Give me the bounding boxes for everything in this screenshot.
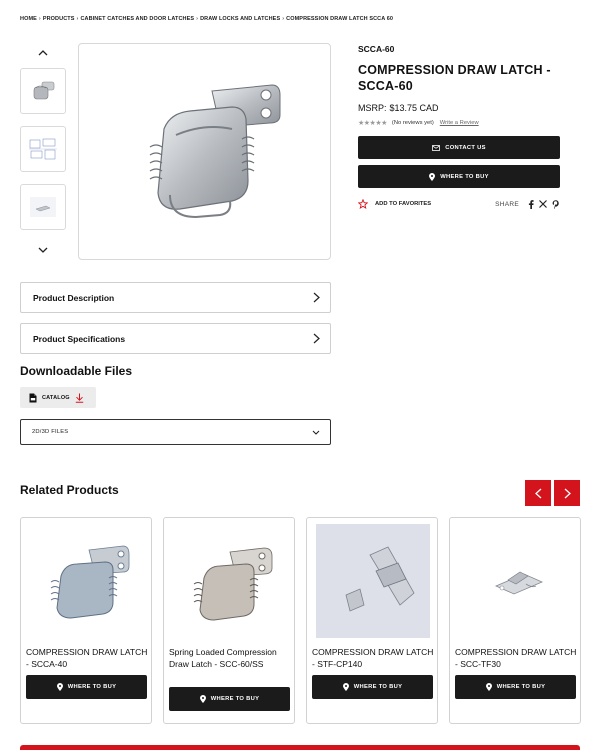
related-product-name[interactable]: COMPRESSION DRAW LATCH - SCC-TF30 — [455, 646, 577, 670]
where-to-buy-label: WHERE TO BUY — [353, 684, 403, 690]
latch-photo-thumbnail — [30, 197, 56, 217]
catalog-label: CATALOG — [42, 394, 70, 401]
pinterest-icon[interactable] — [552, 199, 560, 209]
related-product-image[interactable] — [459, 524, 573, 638]
thumbnail-2[interactable] — [20, 126, 66, 172]
product-sku: SCCA-60 — [358, 44, 395, 54]
related-product-image[interactable] — [316, 524, 430, 638]
where-to-buy-button[interactable]: WHERE TO BUY — [358, 165, 560, 188]
mail-icon — [432, 144, 441, 151]
star-outline-icon — [358, 199, 368, 209]
related-product-image[interactable] — [30, 524, 144, 638]
contact-us-label: CONTACT US — [445, 144, 486, 151]
breadcrumb-home[interactable]: HOME — [20, 16, 37, 22]
thumbnail-1[interactable] — [20, 68, 66, 114]
catalog-download-button[interactable]: CATALOG — [20, 387, 96, 408]
where-to-buy-button[interactable]: WHERE TO BUY — [455, 675, 576, 699]
pdf-file-icon — [29, 393, 37, 402]
breadcrumb-cabinet-catches[interactable]: CABINET CATCHES AND DOOR LATCHES — [80, 16, 194, 22]
price-amount: $13.75 CAD — [389, 103, 439, 113]
reviews-summary: ★★★★★ (No reviews yet) Write a Review — [358, 119, 562, 127]
technical-drawing-thumbnail — [29, 138, 57, 160]
carousel-prev-button[interactable] — [525, 480, 551, 506]
breadcrumb-separator: › — [76, 16, 79, 22]
arrow-right-icon — [564, 488, 571, 498]
chevron-down-icon — [38, 247, 48, 253]
latch-thumbnail-image — [33, 81, 55, 100]
reviews-count: (No reviews yet) — [391, 120, 434, 126]
breadcrumb-separator: › — [282, 16, 285, 22]
x-icon[interactable] — [539, 200, 547, 208]
breadcrumb-separator: › — [38, 16, 41, 22]
files-select-value: 2D/3D FILES — [32, 429, 69, 435]
product-title: COMPRESSION DRAW LATCH - SCCA-60 — [358, 63, 551, 93]
breadcrumb-current: COMPRESSION DRAW LATCH SCCA 60 — [286, 16, 394, 22]
footer-accent-bar — [20, 745, 580, 750]
location-pin-icon — [56, 683, 63, 691]
chevron-up-icon — [38, 49, 48, 55]
location-pin-icon — [429, 172, 436, 181]
price-label: MSRP: — [358, 103, 387, 113]
product-actions-row: ADD TO FAVORITES SHARE — [358, 199, 560, 209]
where-to-buy-button[interactable]: WHERE TO BUY — [312, 675, 433, 699]
related-product-card[interactable]: COMPRESSION DRAW LATCH - STF-CP140 WHERE… — [306, 517, 438, 724]
add-to-favorites-button[interactable]: ADD TO FAVORITES — [358, 199, 431, 209]
where-to-buy-label: WHERE TO BUY — [67, 684, 117, 690]
arrow-left-icon — [534, 488, 541, 498]
thumbnail-prev-button[interactable] — [20, 44, 66, 60]
share-group: SHARE — [495, 199, 560, 209]
favorites-label: ADD TO FAVORITES — [375, 201, 432, 207]
where-to-buy-button[interactable]: WHERE TO BUY — [169, 687, 290, 711]
chevron-right-icon — [313, 292, 320, 303]
where-to-buy-label: WHERE TO BUY — [496, 684, 546, 690]
related-product-card[interactable]: COMPRESSION DRAW LATCH - SCCA-40 WHERE T… — [20, 517, 152, 724]
product-description-accordion[interactable]: Product Description — [20, 282, 331, 313]
product-price: MSRP: $13.75 CAD — [358, 103, 562, 113]
thumbnail-next-button[interactable] — [20, 242, 66, 258]
latch-scc60ss-image — [193, 547, 273, 621]
compression-draw-latch-image — [149, 83, 280, 218]
chevron-down-icon — [312, 430, 320, 435]
rating-stars: ★★★★★ — [358, 120, 387, 127]
latch-scctf30-image — [495, 571, 543, 595]
contact-us-button[interactable]: CONTACT US — [358, 136, 560, 159]
related-product-name[interactable]: COMPRESSION DRAW LATCH - STF-CP140 — [312, 646, 434, 670]
product-description-label: Product Description — [33, 292, 115, 303]
latch-stfcp140-image — [345, 546, 415, 612]
downloadable-files-heading: Downloadable Files — [20, 364, 133, 378]
download-icon — [75, 393, 83, 403]
thumbnail-strip — [20, 44, 66, 258]
chevron-right-icon — [313, 333, 320, 344]
write-review-link[interactable]: Write a Review — [440, 120, 479, 126]
location-pin-icon — [199, 695, 206, 703]
related-product-name[interactable]: Spring Loaded Compression Draw Latch - S… — [169, 646, 291, 670]
share-label: SHARE — [495, 200, 519, 208]
main-product-image[interactable] — [78, 43, 331, 260]
breadcrumb-separator: › — [196, 16, 199, 22]
product-specifications-accordion[interactable]: Product Specifications — [20, 323, 331, 354]
location-pin-icon — [485, 683, 492, 691]
product-info-panel: SCCA-60 COMPRESSION DRAW LATCH - SCCA-60… — [358, 44, 562, 209]
related-product-card[interactable]: COMPRESSION DRAW LATCH - SCC-TF30 WHERE … — [449, 517, 581, 724]
breadcrumb: HOME › PRODUCTS › CABINET CATCHES AND DOOR L… — [20, 16, 393, 22]
thumbnail-3[interactable] — [20, 184, 66, 230]
latch-scca40-image — [50, 545, 130, 619]
related-product-card[interactable]: Spring Loaded Compression Draw Latch - S… — [163, 517, 295, 724]
breadcrumb-draw-locks[interactable]: DRAW LOCKS AND LATCHES — [200, 16, 280, 22]
where-to-buy-label: WHERE TO BUY — [440, 173, 489, 180]
related-products-heading: Related Products — [20, 483, 119, 497]
where-to-buy-button[interactable]: WHERE TO BUY — [26, 675, 147, 699]
files-select[interactable]: 2D/3D FILES — [20, 419, 331, 445]
carousel-next-button[interactable] — [554, 480, 580, 506]
facebook-icon[interactable] — [528, 199, 534, 209]
breadcrumb-products[interactable]: PRODUCTS — [43, 16, 75, 22]
related-product-name[interactable]: COMPRESSION DRAW LATCH - SCCA-40 — [26, 646, 148, 670]
location-pin-icon — [342, 683, 349, 691]
where-to-buy-label: WHERE TO BUY — [210, 696, 260, 702]
product-specifications-label: Product Specifications — [33, 333, 126, 344]
related-product-image[interactable] — [173, 524, 287, 638]
